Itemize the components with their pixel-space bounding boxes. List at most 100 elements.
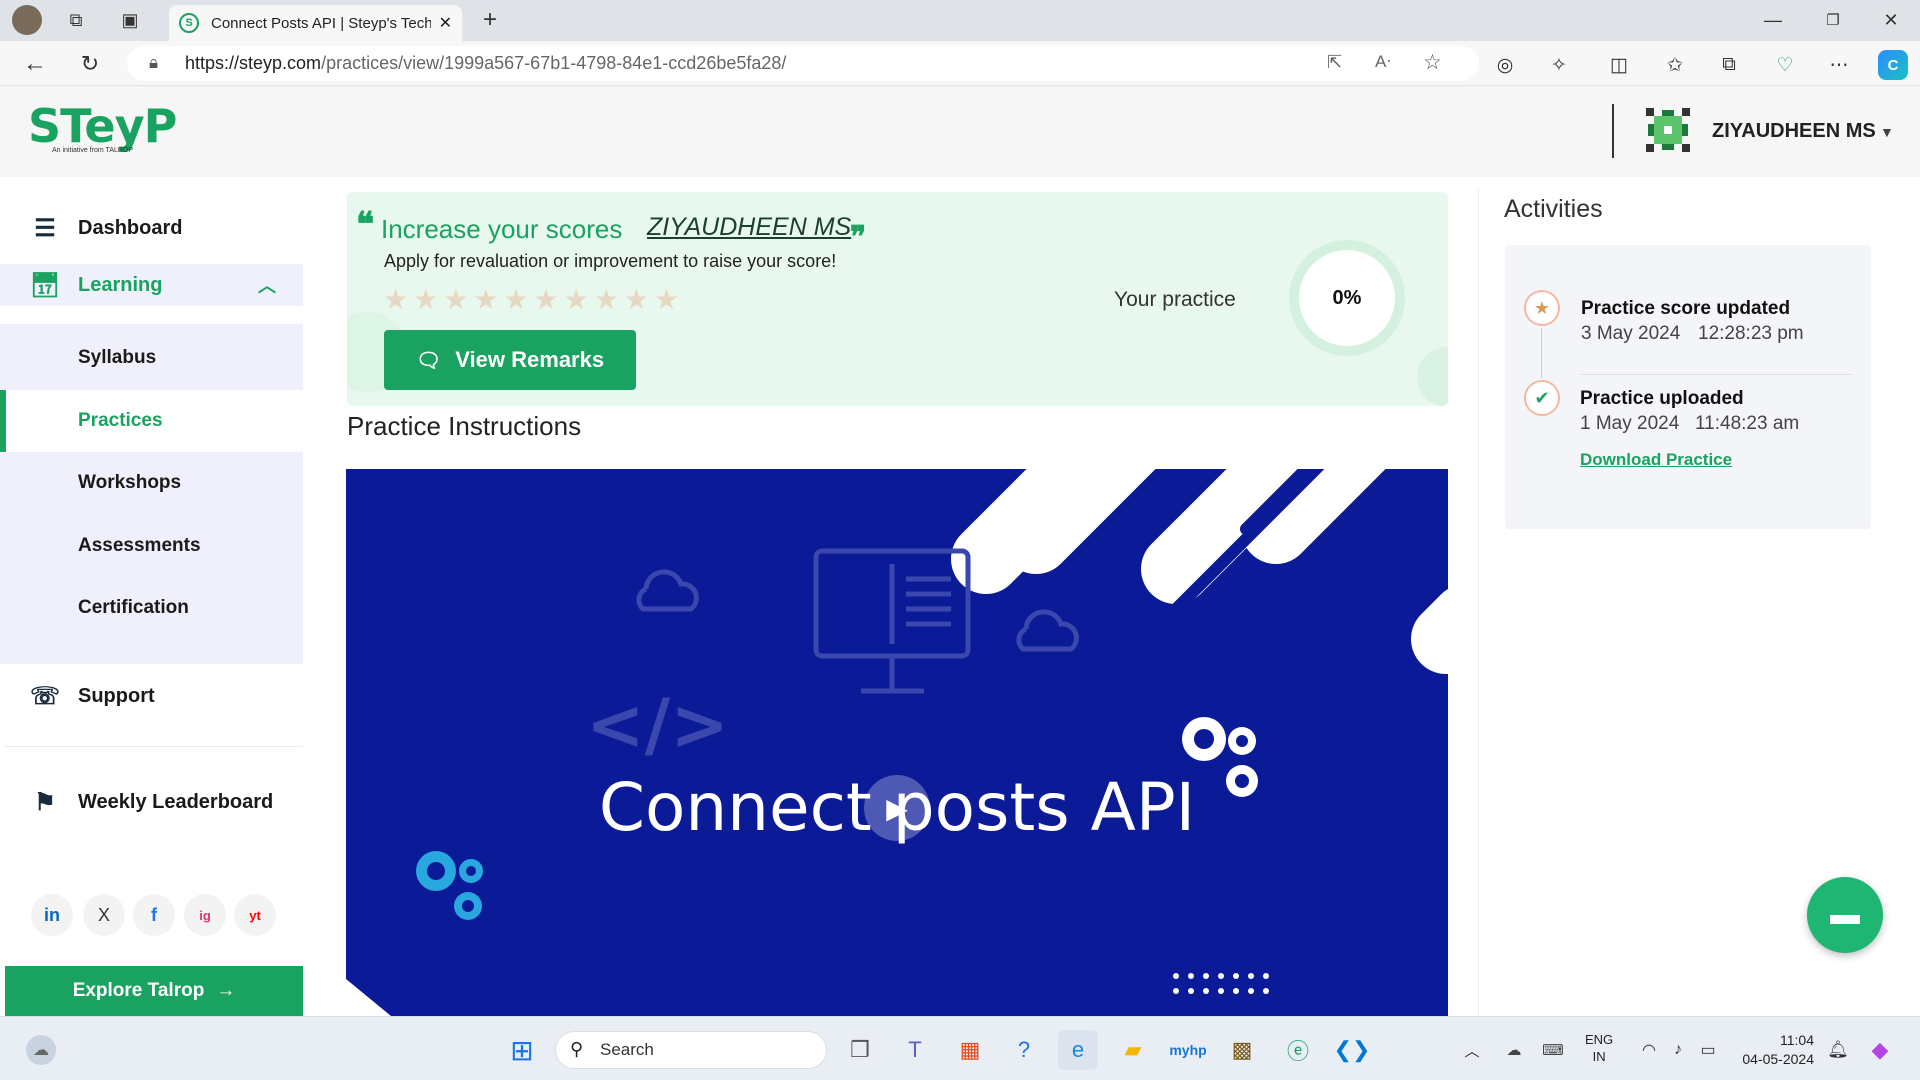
banner-subtext: Apply for revaluation or improvement to … (384, 251, 837, 271)
edge-browser-icon[interactable]: e (1058, 1030, 1098, 1070)
x-twitter-icon[interactable]: X (83, 894, 125, 936)
extensions-icon[interactable]: ✧ (1544, 50, 1574, 80)
logo-tagline: An initiative from TALROP (52, 147, 134, 154)
sidebar-item-certification[interactable]: Certification (0, 577, 303, 639)
svg-text:</>: </> (586, 684, 729, 766)
sidebar-item-support[interactable]: ☏ Support (0, 675, 303, 717)
divider (1478, 190, 1479, 1016)
battery-icon[interactable]: ▭ (1688, 1030, 1728, 1070)
view-remarks-label: View Remarks (455, 347, 605, 372)
sidebar-item-learning[interactable]: 📅︎ Learning ︿ (0, 264, 303, 306)
refresh-icon[interactable]: ↻ (75, 49, 105, 79)
teams-icon[interactable]: T (895, 1030, 935, 1070)
sidebar-item-practices[interactable]: Practices (0, 390, 303, 452)
address-bar[interactable]: 🔒︎ https://steyp.com/practices/view/1999… (127, 46, 1479, 81)
sidebar-item-dashboard[interactable]: ☰ Dashboard (0, 208, 303, 248)
decor-circle (1417, 347, 1448, 406)
windows-start-icon[interactable]: ⊞ (502, 1030, 542, 1070)
view-remarks-button[interactable]: 🗨︎ View Remarks (384, 330, 636, 390)
facebook-icon[interactable]: f (133, 894, 175, 936)
support-headset-icon: ☏ (30, 682, 61, 710)
steyp-logo[interactable]: STeyP (28, 101, 177, 151)
leaderboard-icon: ⚑ (34, 788, 56, 816)
read-aloud-icon[interactable]: Aᐧ (1375, 52, 1391, 72)
comment-icon: 🗨︎ (415, 349, 442, 372)
chevron-up-icon[interactable]: ︿ (1452, 1030, 1492, 1070)
calendar-icon: 📅︎ (29, 271, 61, 299)
tracking-icon[interactable]: ◎ (1490, 50, 1520, 80)
favorites-icon[interactable]: ✩ (1660, 50, 1690, 80)
cloud-off-icon[interactable]: ☁ (1494, 1030, 1534, 1070)
url-path: /practices/view/1999a567-67b1-4798-84e1-… (321, 53, 787, 73)
score-percent: 0% (1332, 286, 1362, 309)
video-thumbnail-art: </> (346, 469, 1448, 1016)
collections-icon[interactable]: ⧉ (1714, 50, 1744, 80)
browser-essentials-icon[interactable]: ♡ (1770, 50, 1800, 80)
tab-actions-icon[interactable]: ▣ (116, 6, 144, 34)
activity-date: 1 May 2024 (1580, 413, 1680, 434)
notification-bell-icon[interactable]: 🔔︎ (1818, 1030, 1858, 1070)
sidebar-item-assessments[interactable]: Assessments (0, 515, 303, 577)
tab-close-icon[interactable]: ✕ (439, 13, 452, 33)
profile-avatar-icon[interactable] (12, 5, 42, 35)
user-avatar[interactable] (1644, 106, 1692, 154)
clock-date: 04-05-2024 (1742, 1051, 1814, 1067)
browser-tab-active[interactable]: S Connect Posts API | Steyp's Tech ✕ (169, 5, 462, 41)
linkedin-icon[interactable]: in (31, 894, 73, 936)
sidebar-item-syllabus[interactable]: Syllabus (0, 327, 303, 389)
explore-label: Explore Talrop (72, 980, 205, 1001)
vscode-icon[interactable]: ❮❯ (1332, 1030, 1372, 1070)
split-screen-icon[interactable]: ◫ (1604, 50, 1634, 80)
star-badge-icon: ★ (1524, 290, 1560, 326)
banner-headline: Increase your scores (381, 214, 623, 244)
tab-title: Connect Posts API | Steyp's Tech (211, 14, 431, 32)
your-practice-label: Your practice (1114, 288, 1236, 311)
copilot-taskbar-icon[interactable]: ◆ (1860, 1030, 1900, 1070)
new-tab-icon[interactable]: + (476, 6, 504, 34)
timeline-line (1541, 328, 1542, 378)
lock-icon[interactable]: 🔒︎ (149, 53, 158, 73)
practice-instructions-title: Practice Instructions (347, 411, 582, 441)
myhp-icon[interactable]: myhp (1168, 1030, 1208, 1070)
clock[interactable]: 11:04 04-05-2024 (1726, 1031, 1814, 1069)
restore-icon[interactable]: ❐ (1818, 6, 1848, 34)
chevron-down-icon[interactable]: ▼ (1880, 124, 1894, 140)
chat-icon[interactable]: ▬ (1807, 877, 1883, 953)
close-window-icon[interactable]: ✕ (1876, 6, 1906, 34)
quote-open-icon: ❝ (356, 206, 375, 244)
file-explorer-icon[interactable]: ▰ (1113, 1030, 1153, 1070)
task-view-icon[interactable]: ❒ (840, 1030, 880, 1070)
username-label[interactable]: ZIYAUDHEEN MS (1712, 120, 1876, 143)
workspaces-icon[interactable]: ⧉ (62, 6, 90, 34)
sidebar-item-workshops[interactable]: Workshops (0, 452, 303, 514)
chevron-up-icon[interactable]: ︿ (258, 272, 276, 298)
sidebar-item-label: Support (78, 684, 155, 707)
keyboard-icon[interactable]: ⌨ (1533, 1030, 1573, 1070)
language-indicator[interactable]: ENG IN (1585, 1031, 1613, 1065)
minimize-icon[interactable]: — (1758, 6, 1788, 34)
steyp-favicon-icon: S (179, 13, 199, 33)
activity-title: Practice score updated (1581, 298, 1791, 319)
open-in-app-icon[interactable]: ⇱ (1327, 52, 1342, 73)
taskbar-search-box[interactable]: ⚲ Search (555, 1031, 827, 1069)
play-icon[interactable]: ▶ (864, 775, 930, 841)
help-icon[interactable]: ? (1004, 1030, 1044, 1070)
arrow-right-icon: → (216, 980, 236, 1001)
more-menu-icon[interactable]: ⋯ (1824, 50, 1854, 80)
weather-icon[interactable]: ☁ (26, 1035, 56, 1065)
region-code: IN (1592, 1049, 1606, 1064)
steyp-app-icon[interactable]: ⓔ (1278, 1030, 1318, 1070)
rating-stars: ★★★★★★★★★★ (383, 284, 685, 315)
instruction-video[interactable]: </> Connect posts API ▶ (346, 469, 1448, 1016)
youtube-icon[interactable]: yt (234, 894, 276, 936)
game-icon[interactable]: ▩ (1222, 1030, 1262, 1070)
favorite-star-icon[interactable]: ☆ (1423, 50, 1442, 75)
store-icon[interactable]: ▦ (950, 1030, 990, 1070)
sidebar-item-weekly-leaderboard[interactable]: ⚑ Weekly Leaderboard (0, 781, 303, 823)
explore-talrop-button[interactable]: Explore Talrop → (5, 966, 303, 1016)
instagram-icon[interactable]: ig (184, 894, 226, 936)
language-code: ENG (1585, 1032, 1614, 1047)
download-practice-link[interactable]: Download Practice (1580, 450, 1732, 470)
copilot-icon[interactable]: C (1878, 50, 1908, 80)
back-icon[interactable]: ← (20, 49, 50, 79)
